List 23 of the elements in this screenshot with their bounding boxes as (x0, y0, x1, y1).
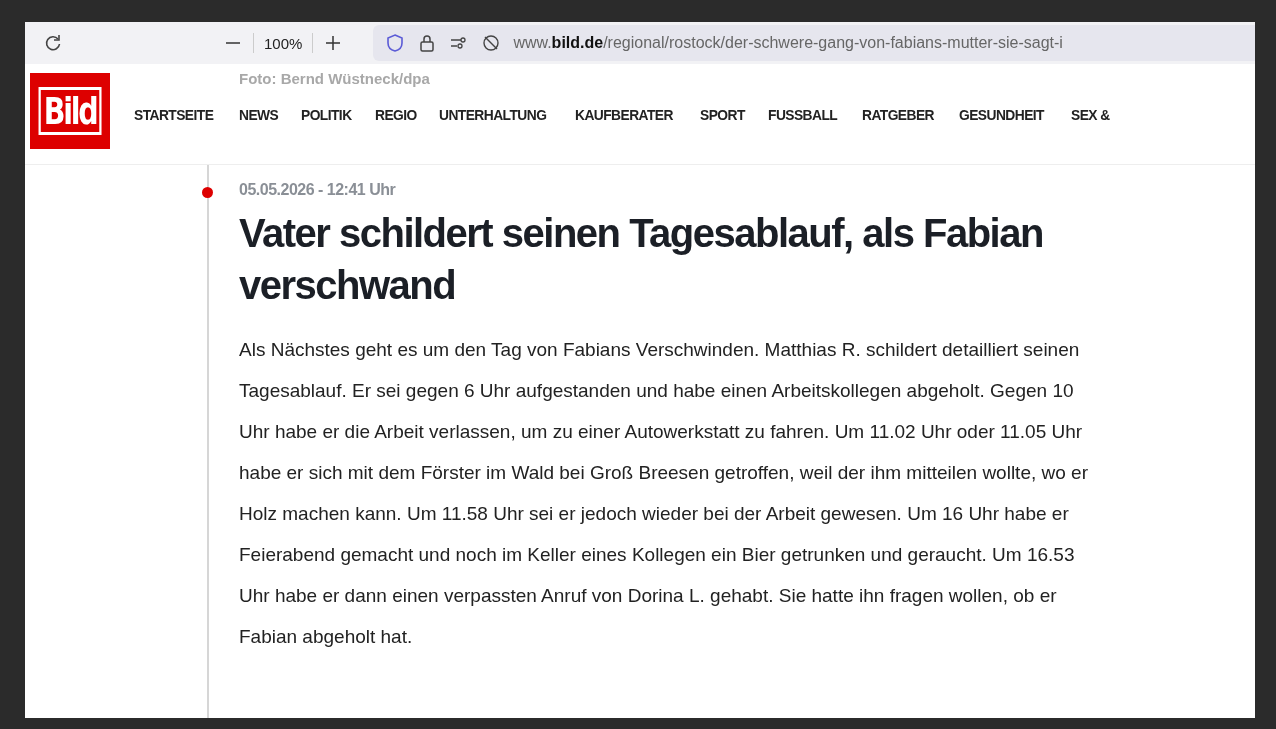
url-text: www.bild.de/regional/rostock/der-schwere-gang-von-fabians-mutter-sie-sagt-i (513, 34, 1063, 52)
nav-link[interactable]: KAUFBERATER (574, 105, 673, 123)
address-bar[interactable]: www.bild.de/regional/rostock/der-schwere-gang-von-fabians-mutter-sie-sagt-i (373, 25, 1255, 61)
zoom-level[interactable]: 100% (264, 34, 303, 52)
reload-icon[interactable] (43, 33, 63, 53)
nav-link[interactable]: NEWS (239, 105, 279, 123)
shield-icon[interactable] (385, 33, 406, 53)
nav-link[interactable]: REGIO (374, 105, 417, 123)
nav-link[interactable]: UNTERHALTUNG (439, 105, 547, 123)
nav-link[interactable]: SEX & (1070, 105, 1110, 123)
tracking-blocked-icon[interactable] (481, 33, 502, 53)
article-headline: Vater schildert seinen Tagesablauf, als Fabian verschwand (239, 210, 1044, 309)
nav-link[interactable]: STARTSEITE (134, 105, 214, 123)
photo-credit: Foto: Bernd Wüstneck/dpa (239, 70, 430, 87)
nav-link[interactable]: SPORT (700, 105, 746, 123)
bild-logo[interactable]: Bild (30, 73, 110, 149)
article-timestamp: 05.05.2026 - 12:41 Uhr (239, 181, 397, 199)
nav-link[interactable]: POLITIK (300, 105, 352, 123)
nav-link[interactable]: GESUNDHEIT (959, 105, 1045, 123)
timeline-dot (202, 187, 213, 198)
nav-link[interactable]: RATGEBER (862, 105, 935, 123)
nav-link[interactable]: FUSSBALL (768, 105, 838, 123)
article-paragraph: Als Nächstes geht es um den Tag von Fabians Verschwinden. Matthias R. schildert detailliert seinen Tagesablauf. Er sei gegen 6 Uhr aufgestanden und habe einen Arbeitskollegen abgeholt. Gegen 10 Uhr habe er die Arbeit verlassen, um zu einer Autowerkstatt zu fahren. Um 11.02 Uhr oder 11.05 Uhr habe er sich mit dem Förster im Wald bei Groß Breesen getroffen, weil der ihm mitteilen wollte, wo er Holz machen kann. Um 11.58 Uhr sei er jedoch wieder bei der Arbeit gewesen. Um 16 Uhr habe er Feierabend gemacht und noch im Keller eines Kollegen ein Bier getrunken und geraucht. Um 16.53 Uhr habe er dann einen verpassten Anruf von Dorina L. gehabt. Sie hatte ihn fragen wollen, ob er Fabian abgeholt hat. (239, 338, 1089, 649)
